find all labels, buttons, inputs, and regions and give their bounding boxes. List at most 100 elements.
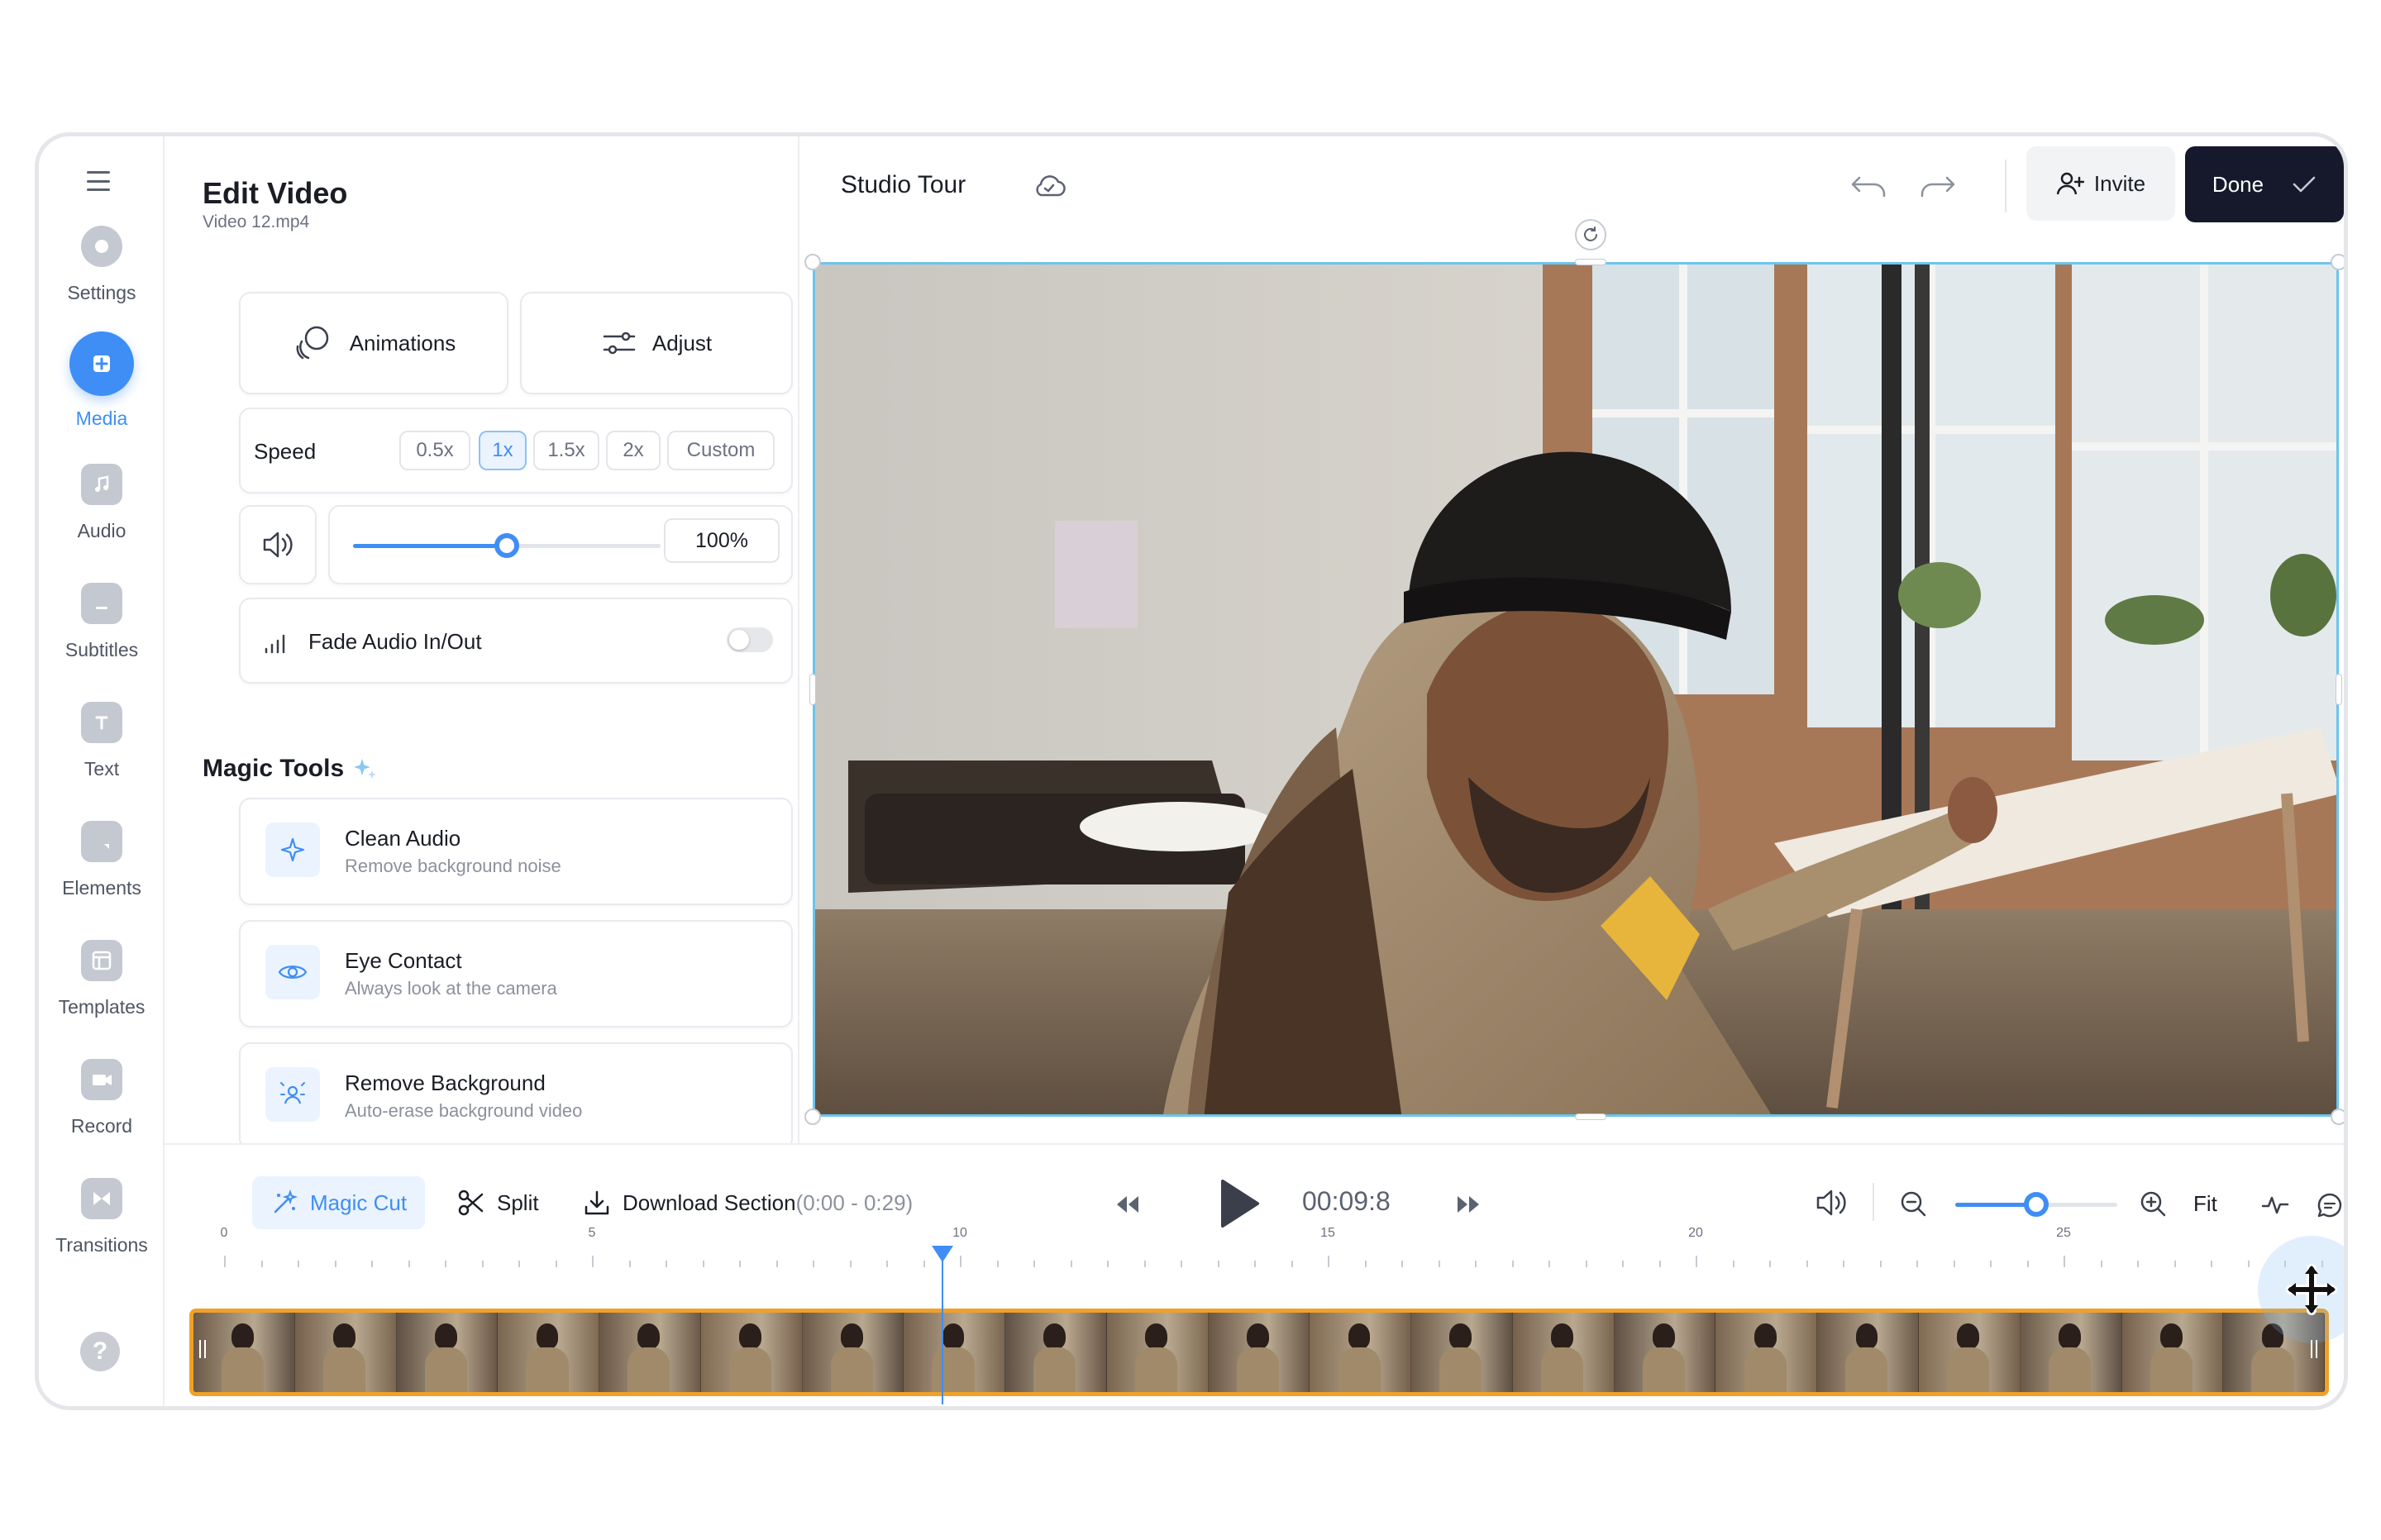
ruler-tick (1732, 1261, 1734, 1267)
ruler-tick (2211, 1261, 2212, 1267)
add-user-icon (2056, 172, 2084, 195)
clip-trim-handle-left[interactable] (199, 1340, 206, 1358)
rewind-icon[interactable] (1114, 1193, 1140, 1216)
resize-handle-right[interactable] (2336, 674, 2342, 705)
ruler-label: 20 (1688, 1226, 1703, 1240)
fit-button[interactable]: Fit (2193, 1191, 2217, 1217)
sparkle-icon (265, 822, 320, 877)
animations-icon (296, 326, 328, 360)
magic-cut-button[interactable]: Magic Cut (252, 1176, 426, 1229)
tool-description: Remove background noise (345, 856, 561, 876)
fade-audio-label: Fade Audio In/Out (308, 629, 482, 654)
sidebar-item-audio[interactable]: Audio (39, 464, 165, 542)
sidebar-item-elements[interactable]: Elements (39, 821, 165, 899)
resize-handle-bottom-right[interactable] (2331, 1109, 2344, 1125)
ruler-tick (1143, 1261, 1146, 1267)
volume-value[interactable]: 100% (664, 518, 780, 563)
sidebar-item-label: Audio (77, 520, 126, 541)
speed-option-custom[interactable]: Custom (667, 431, 775, 470)
redo-icon[interactable] (1917, 173, 1957, 201)
ruler-tick (445, 1261, 446, 1267)
zoom-slider-thumb[interactable] (2024, 1192, 2049, 1217)
sidebar-item-media[interactable]: Media (39, 331, 165, 430)
download-section-button[interactable]: Download Section(0:00 - 0:29) (583, 1176, 913, 1229)
ruler-tick (555, 1261, 557, 1267)
volume-control: 100% (328, 505, 793, 584)
ruler-tick (1217, 1261, 1219, 1267)
hamburger-menu-icon[interactable] (87, 171, 110, 191)
undo-icon[interactable] (1849, 173, 1889, 201)
ruler-tick (1107, 1261, 1109, 1267)
rotate-handle-icon[interactable] (1575, 219, 1606, 250)
invite-button[interactable]: Invite (2026, 146, 2175, 221)
video-clip-track[interactable] (189, 1309, 2329, 1396)
zoom-out-icon[interactable] (1899, 1190, 1927, 1218)
clip-thumbnail (1817, 1313, 1920, 1392)
playhead-handle[interactable] (932, 1246, 953, 1262)
fade-audio-toggle[interactable] (727, 627, 773, 652)
ruler-tick (408, 1261, 410, 1267)
ruler-tick (1401, 1261, 1403, 1267)
sidebar-item-settings[interactable]: Settings (39, 226, 165, 304)
split-button[interactable]: Split (457, 1176, 539, 1229)
speed-option-1x[interactable]: 1x (479, 431, 527, 470)
animations-button[interactable]: Animations (239, 292, 508, 394)
resize-handle-top-right[interactable] (2331, 254, 2344, 270)
clip-thumbnail (2121, 1313, 2224, 1392)
sidebar-item-transitions[interactable]: Transitions (39, 1178, 165, 1256)
ruler-tick (371, 1261, 373, 1267)
play-icon[interactable] (1218, 1178, 1261, 1229)
adjust-button[interactable]: Adjust (520, 292, 793, 394)
ruler-tick (886, 1261, 888, 1267)
resize-handle-top[interactable] (1575, 259, 1606, 265)
ruler-tick (1364, 1261, 1367, 1267)
ruler-label: 25 (2056, 1226, 2071, 1240)
help-icon[interactable]: ? (80, 1332, 120, 1371)
ruler-tick (1033, 1261, 1035, 1267)
ruler-tick (960, 1256, 961, 1267)
ruler-tick (1696, 1256, 1697, 1267)
sidebar-item-label: Transitions (55, 1234, 148, 1256)
resize-handle-bottom[interactable] (1575, 1113, 1606, 1120)
resize-handle-bottom-left[interactable] (804, 1109, 821, 1125)
sidebar-item-label: Elements (62, 877, 141, 899)
done-button[interactable]: Done (2185, 146, 2344, 222)
zoom-in-icon[interactable] (2139, 1190, 2167, 1218)
sidebar-item-text[interactable]: Text (39, 702, 165, 780)
volume-icon[interactable] (1813, 1186, 1853, 1219)
magic-tools-title: Magic Tools (203, 755, 345, 782)
waveform-icon[interactable] (2261, 1193, 2289, 1218)
sidebar-item-record[interactable]: Record (39, 1059, 165, 1137)
comment-icon[interactable] (2316, 1191, 2344, 1219)
ruler-tick (1916, 1261, 1918, 1267)
tool-clean-audio[interactable]: Clean Audio Remove background noise (239, 798, 793, 905)
volume-slider[interactable] (353, 533, 661, 558)
tool-remove-background[interactable]: Remove Background Auto-erase background … (239, 1042, 793, 1143)
zoom-slider[interactable] (1955, 1192, 2117, 1217)
speed-option-1-5x[interactable]: 1.5x (533, 431, 599, 470)
ruler-tick (2064, 1256, 2065, 1267)
speed-option-2x[interactable]: 2x (606, 431, 661, 470)
cloud-sync-icon[interactable] (1031, 173, 1067, 199)
volume-slider-thumb[interactable] (494, 533, 519, 558)
video-preview[interactable] (813, 262, 2339, 1117)
text-icon (81, 702, 122, 743)
resize-handle-top-left[interactable] (804, 254, 821, 270)
split-label: Split (497, 1190, 539, 1215)
tool-eye-contact[interactable]: Eye Contact Always look at the camera (239, 920, 793, 1027)
resize-handle-left[interactable] (809, 674, 816, 705)
sidebar-item-templates[interactable]: Templates (39, 940, 165, 1018)
speed-option-0-5x[interactable]: 0.5x (399, 431, 470, 470)
ruler-tick (702, 1261, 704, 1267)
edit-video-panel: Edit Video Video 12.mp4 Animations Adjus… (165, 136, 799, 1143)
tool-description: Auto-erase background video (345, 1100, 583, 1121)
mute-button[interactable] (239, 505, 317, 584)
speed-control: Speed 0.5x 1x 1.5x 2x Custom (239, 408, 793, 493)
fast-forward-icon[interactable] (1456, 1193, 1482, 1216)
ruler-tick (1511, 1261, 1514, 1267)
clip-thumbnail (1208, 1313, 1310, 1392)
project-title[interactable]: Studio Tour (841, 171, 966, 199)
ruler-tick (2026, 1261, 2029, 1267)
ruler-tick (481, 1261, 484, 1267)
sidebar-item-subtitles[interactable]: Subtitles (39, 583, 165, 661)
